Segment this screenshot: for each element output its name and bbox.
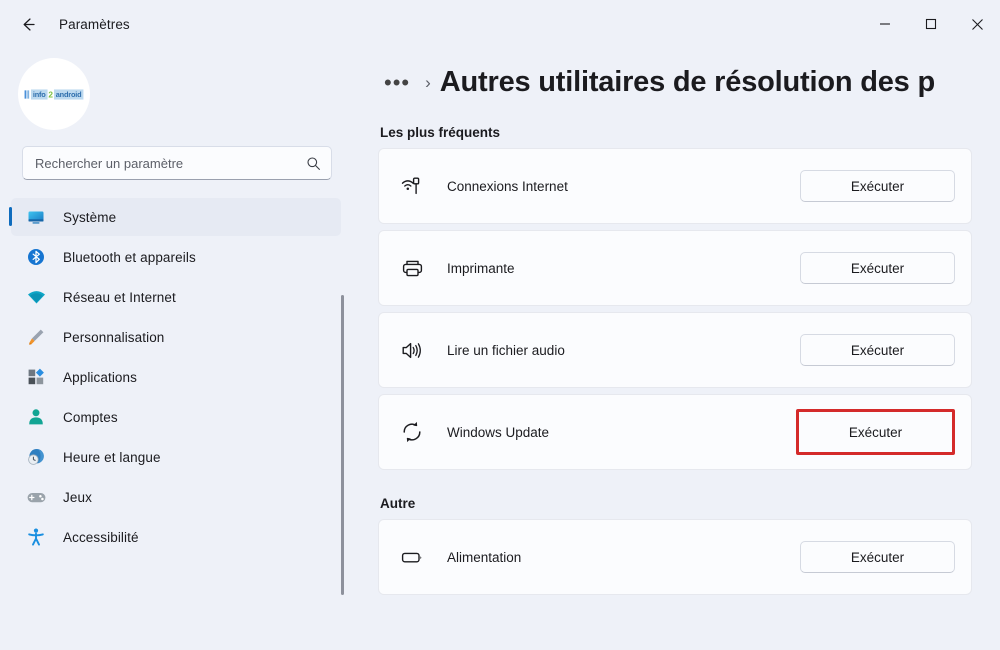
avatar[interactable]: info 2 android	[18, 58, 90, 130]
sidebar-scrollbar[interactable]	[341, 295, 344, 595]
troubleshooter-label: Connexions Internet	[447, 178, 568, 194]
sidebar-item-label: Jeux	[63, 489, 92, 505]
clock-globe-icon	[23, 446, 49, 468]
sidebar-item-bluetooth[interactable]: Bluetooth et appareils	[11, 238, 341, 276]
page-title: Autres utilitaires de résolution des p	[439, 66, 935, 98]
sidebar-item-label: Bluetooth et appareils	[63, 249, 196, 265]
search-input[interactable]	[35, 155, 306, 171]
section-heading-frequent: Les plus fréquents	[380, 125, 501, 140]
avatar-watermark: info 2 android	[24, 88, 84, 100]
sidebar-item-systeme[interactable]: Système	[9, 198, 341, 236]
troubleshooter-row-printer: Imprimante Exécuter	[378, 230, 972, 306]
search-icon	[307, 156, 320, 170]
minimize-icon	[880, 23, 890, 25]
breadcrumb-overflow-button[interactable]: •••	[378, 70, 416, 96]
breadcrumb: ••• › Autres utilitaires de résolution d…	[378, 66, 1000, 99]
section-heading-autre: Autre	[380, 496, 416, 511]
sidebar-item-label: Heure et langue	[63, 449, 161, 465]
run-button-printer[interactable]: Exécuter	[800, 252, 955, 284]
sidebar-item-label: Personnalisation	[63, 329, 165, 345]
battery-icon	[397, 542, 427, 572]
watermark-suffix: android	[53, 88, 84, 100]
run-button-internet[interactable]: Exécuter	[800, 170, 955, 202]
watermark-bar-1	[24, 89, 27, 99]
title-bar: Paramètres	[0, 0, 1000, 48]
apps-blocks-icon	[23, 366, 49, 388]
sidebar-item-label: Comptes	[63, 409, 118, 425]
sidebar: info 2 android Rechercher un paramètre S…	[0, 48, 352, 650]
accessibility-person-icon	[23, 526, 49, 548]
maximize-icon	[925, 18, 937, 30]
sidebar-item-reseau[interactable]: Réseau et Internet	[11, 278, 341, 316]
printer-icon	[397, 253, 427, 283]
troubleshooter-row-power: Alimentation Exécuter	[378, 519, 972, 595]
gamepad-icon	[23, 486, 49, 508]
paintbrush-icon	[23, 326, 49, 348]
run-button-audio[interactable]: Exécuter	[800, 334, 955, 366]
window-controls	[862, 0, 1000, 48]
settings-window: Paramètres info 2 android Rechercher un …	[0, 0, 1000, 650]
troubleshooter-label: Windows Update	[447, 424, 550, 440]
troubleshooter-row-windows-update: Windows Update Exécuter	[378, 394, 972, 470]
maximize-button[interactable]	[908, 0, 954, 48]
sidebar-item-jeux[interactable]: Jeux	[11, 478, 341, 516]
sidebar-item-label: Accessibilité	[63, 529, 139, 545]
sidebar-item-comptes[interactable]: Comptes	[11, 398, 341, 436]
sidebar-item-label: Réseau et Internet	[63, 289, 176, 305]
sidebar-item-accessibilite[interactable]: Accessibilité	[11, 518, 341, 556]
main-content: ••• › Autres utilitaires de résolution d…	[352, 48, 1000, 650]
sidebar-item-heure[interactable]: Heure et langue	[11, 438, 341, 476]
watermark-bar-2	[27, 89, 30, 99]
sidebar-item-personnalisation[interactable]: Personnalisation	[11, 318, 341, 356]
speaker-audio-icon	[397, 335, 427, 365]
watermark-prefix: info	[31, 88, 48, 100]
close-button[interactable]	[954, 0, 1000, 48]
search-box[interactable]	[22, 146, 332, 180]
search-wrapper	[0, 130, 352, 180]
troubleshooter-label: Alimentation	[447, 549, 522, 565]
system-monitor-icon	[23, 206, 49, 228]
troubleshooter-row-internet: Connexions Internet Exécuter	[378, 148, 972, 224]
troubleshooter-label: Lire un fichier audio	[447, 342, 565, 358]
close-icon	[971, 18, 983, 30]
sidebar-nav: Système Bluetooth et appareils Réseau et…	[0, 198, 352, 650]
run-button-windows-update[interactable]: Exécuter	[796, 409, 955, 455]
refresh-sync-icon	[397, 417, 427, 447]
window-body: info 2 android Rechercher un paramètre S…	[0, 48, 1000, 650]
back-arrow-icon	[23, 17, 35, 31]
troubleshooter-row-audio: Lire un fichier audio Exécuter	[378, 312, 972, 388]
troubleshooter-label: Imprimante	[447, 260, 515, 276]
internet-connection-icon	[397, 171, 427, 201]
breadcrumb-separator-icon: ›	[425, 72, 431, 92]
bluetooth-icon	[23, 246, 49, 268]
sidebar-item-applications[interactable]: Applications	[11, 358, 341, 396]
back-button[interactable]	[9, 8, 47, 40]
person-icon	[23, 406, 49, 428]
sidebar-item-label: Système	[63, 209, 117, 225]
app-title: Paramètres	[59, 16, 130, 32]
run-button-power[interactable]: Exécuter	[800, 541, 955, 573]
avatar-row: info 2 android	[0, 48, 352, 130]
wifi-icon	[23, 286, 49, 308]
sidebar-item-label: Applications	[63, 369, 137, 385]
minimize-button[interactable]	[862, 0, 908, 48]
watermark-droid: 2	[48, 89, 54, 99]
